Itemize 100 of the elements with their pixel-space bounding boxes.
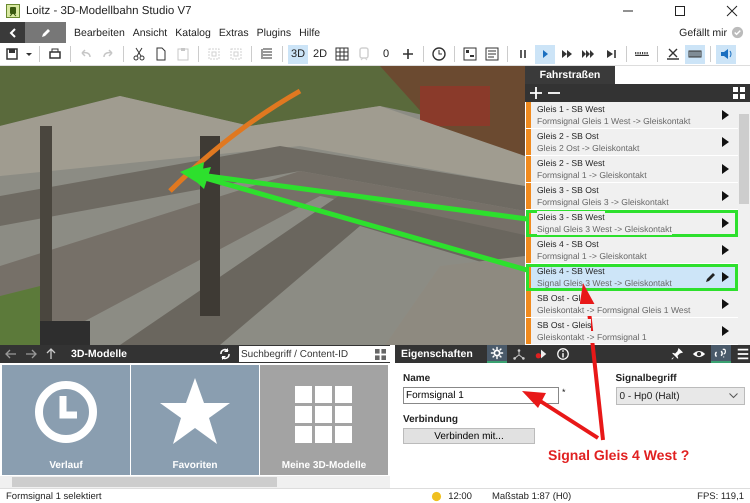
status-message: Formsignal 1 selektiert: [6, 490, 102, 502]
chevron-down-icon: [728, 393, 738, 399]
route-title: Gleis 3 - SB West: [537, 211, 605, 223]
fps-label: FPS: 119,1: [697, 490, 744, 502]
refresh-icon[interactable]: [219, 348, 231, 360]
like-label[interactable]: Gefällt mir: [679, 26, 727, 38]
panel-title: Eigenschaften: [401, 348, 473, 360]
panel-icon: [462, 46, 478, 62]
back-icon: [8, 28, 18, 38]
clock-icon: [34, 380, 98, 444]
route-item[interactable]: Gleis 2 - SB West Formsignal 1 -> Gleiskontakt: [526, 156, 738, 183]
dotted-line-icon: [635, 52, 649, 56]
route-description: Gleis 2 Ost -> Gleiskontakt: [537, 142, 640, 154]
toolbar-button[interactable]: 0: [376, 44, 396, 64]
route-description: Formsignal 1 -> Gleiskontakt: [537, 169, 647, 181]
save-icon: [4, 46, 20, 62]
field-label: Signalbegriff: [616, 373, 678, 384]
play-icon[interactable]: [722, 191, 730, 201]
play-icon[interactable]: [722, 164, 730, 174]
time-label: 12:00: [448, 490, 472, 502]
route-description: Formsignal Gleis 1 West -> Gleiskontakt: [537, 115, 690, 127]
pencil-icon: [40, 28, 50, 38]
toolbar-button[interactable]: 2D: [310, 44, 330, 64]
grid-icon: [295, 386, 353, 444]
toolbar-button[interactable]: [685, 44, 705, 64]
clock-icon: [431, 46, 447, 62]
route-item[interactable]: SB Ost - Gl Gleiskontakt -> Formsignal Gleis 1 West: [526, 291, 738, 318]
close-icon[interactable]: [726, 5, 738, 17]
route-item[interactable]: Gleis 1 - SB West Formsignal Gleis 1 West -> Gleiskontakt: [526, 102, 738, 129]
back-button[interactable]: [0, 22, 25, 43]
route-description: Gleiskontakt -> Formsignal 1: [537, 331, 647, 343]
field-label: Verbindung: [403, 414, 459, 425]
menu-item[interactable]: Katalog: [171, 26, 215, 38]
paste-icon: [175, 46, 191, 62]
annotation-text: Signal Gleis 4 West ?: [548, 447, 690, 463]
menu-item[interactable]: Ansicht: [128, 26, 172, 38]
play-icon[interactable]: [722, 137, 730, 147]
cross-icon: [665, 46, 681, 62]
route-description: Signal Gleis 3 West -> Gleiskontakt: [537, 277, 673, 289]
route-title: Gleis 2 - SB Ost: [537, 130, 599, 142]
route-item[interactable]: Gleis 4 - SB Ost Formsignal 1 -> Gleiskontakt: [526, 237, 738, 264]
frame-icon: [228, 46, 244, 62]
route-title: Gleis 2 - SB West: [537, 157, 605, 169]
menu-item[interactable]: Hilfe: [295, 26, 324, 38]
edit-button[interactable]: [25, 22, 66, 43]
play-icon[interactable]: [722, 299, 730, 309]
tiles-icon[interactable]: [733, 87, 745, 99]
route-title: Gleis 3 - SB Ost: [537, 184, 599, 196]
window-title: Loitz - 3D-Modellbahn Studio V7: [26, 5, 192, 17]
scale-label: Maßstab 1:87 (H0): [492, 490, 572, 502]
route-item[interactable]: Gleis 2 - SB Ost Gleis 2 Ost -> Gleiskontakt: [526, 129, 738, 156]
field-label: Name: [403, 373, 432, 384]
name-field[interactable]: Formsignal 1: [403, 387, 559, 404]
route-description: Signal Gleis 3 West -> Gleiskontakt: [537, 223, 672, 235]
info-icon: [556, 347, 570, 361]
route-title: Gleis 1 - SB West: [537, 103, 605, 115]
back-arrow-icon[interactable]: [5, 348, 17, 360]
panel-tab[interactable]: [486, 345, 507, 363]
menu-item[interactable]: Bearbeiten: [70, 26, 129, 38]
tool-button[interactable]: [710, 345, 731, 363]
search-field[interactable]: Suchbegriff / Content-ID: [239, 346, 390, 362]
menu-item[interactable]: Extras: [214, 26, 253, 38]
route-description: Formsignal 1 -> Gleiskontakt: [537, 250, 647, 262]
scissors-icon: [131, 46, 147, 62]
document-icon: [484, 46, 500, 62]
network-icon: [512, 347, 526, 361]
add-icon[interactable]: [530, 87, 542, 99]
forward-arrow-icon[interactable]: [25, 348, 37, 360]
maximize-icon[interactable]: [674, 5, 686, 17]
pencil-icon[interactable]: [706, 272, 716, 282]
play-icon[interactable]: [722, 110, 730, 120]
signal-icon: [534, 347, 548, 361]
play-icon[interactable]: [722, 272, 730, 282]
pin-icon: [670, 347, 684, 361]
toolbar-button[interactable]: 3D: [288, 44, 308, 64]
route-title: Gleis 4 - SB Ost: [537, 238, 599, 250]
menu-item[interactable]: Plugins: [252, 26, 296, 38]
connect-button[interactable]: Verbinden mit...: [403, 428, 535, 444]
gear-icon: [490, 346, 504, 360]
signal-dropdown[interactable]: 0 - Hp0 (Halt): [616, 387, 745, 405]
scrollbar[interactable]: [0, 476, 390, 488]
link-icon: [714, 346, 728, 360]
app-icon: [6, 4, 20, 18]
route-item[interactable]: Gleis 3 - SB Ost Formsignal Gleis 3 -> Gleiskontakt: [526, 183, 738, 210]
play-icon[interactable]: [722, 218, 730, 228]
scrollbar[interactable]: [738, 102, 750, 345]
play-icon[interactable]: [722, 326, 730, 336]
tiles-icon[interactable]: [375, 348, 386, 360]
print-icon: [47, 46, 63, 62]
panel-title: 3D-Modelle: [71, 348, 128, 360]
play-icon[interactable]: [722, 245, 730, 255]
up-arrow-icon[interactable]: [45, 348, 57, 360]
required-mark: *: [562, 387, 566, 397]
route-item[interactable]: Gleis 4 - SB West Signal Gleis 3 West -> Gleiskontakt: [526, 264, 738, 291]
star-icon: [160, 378, 230, 444]
route-item[interactable]: Gleis 3 - SB West Signal Gleis 3 West -> Gleiskontakt: [526, 210, 738, 237]
list-icon: [259, 46, 275, 62]
panel-tab[interactable]: Fahrstraßen: [525, 66, 615, 84]
check-circle-icon[interactable]: [731, 26, 744, 39]
route-description: Formsignal Gleis 3 -> Gleiskontakt: [537, 196, 669, 208]
